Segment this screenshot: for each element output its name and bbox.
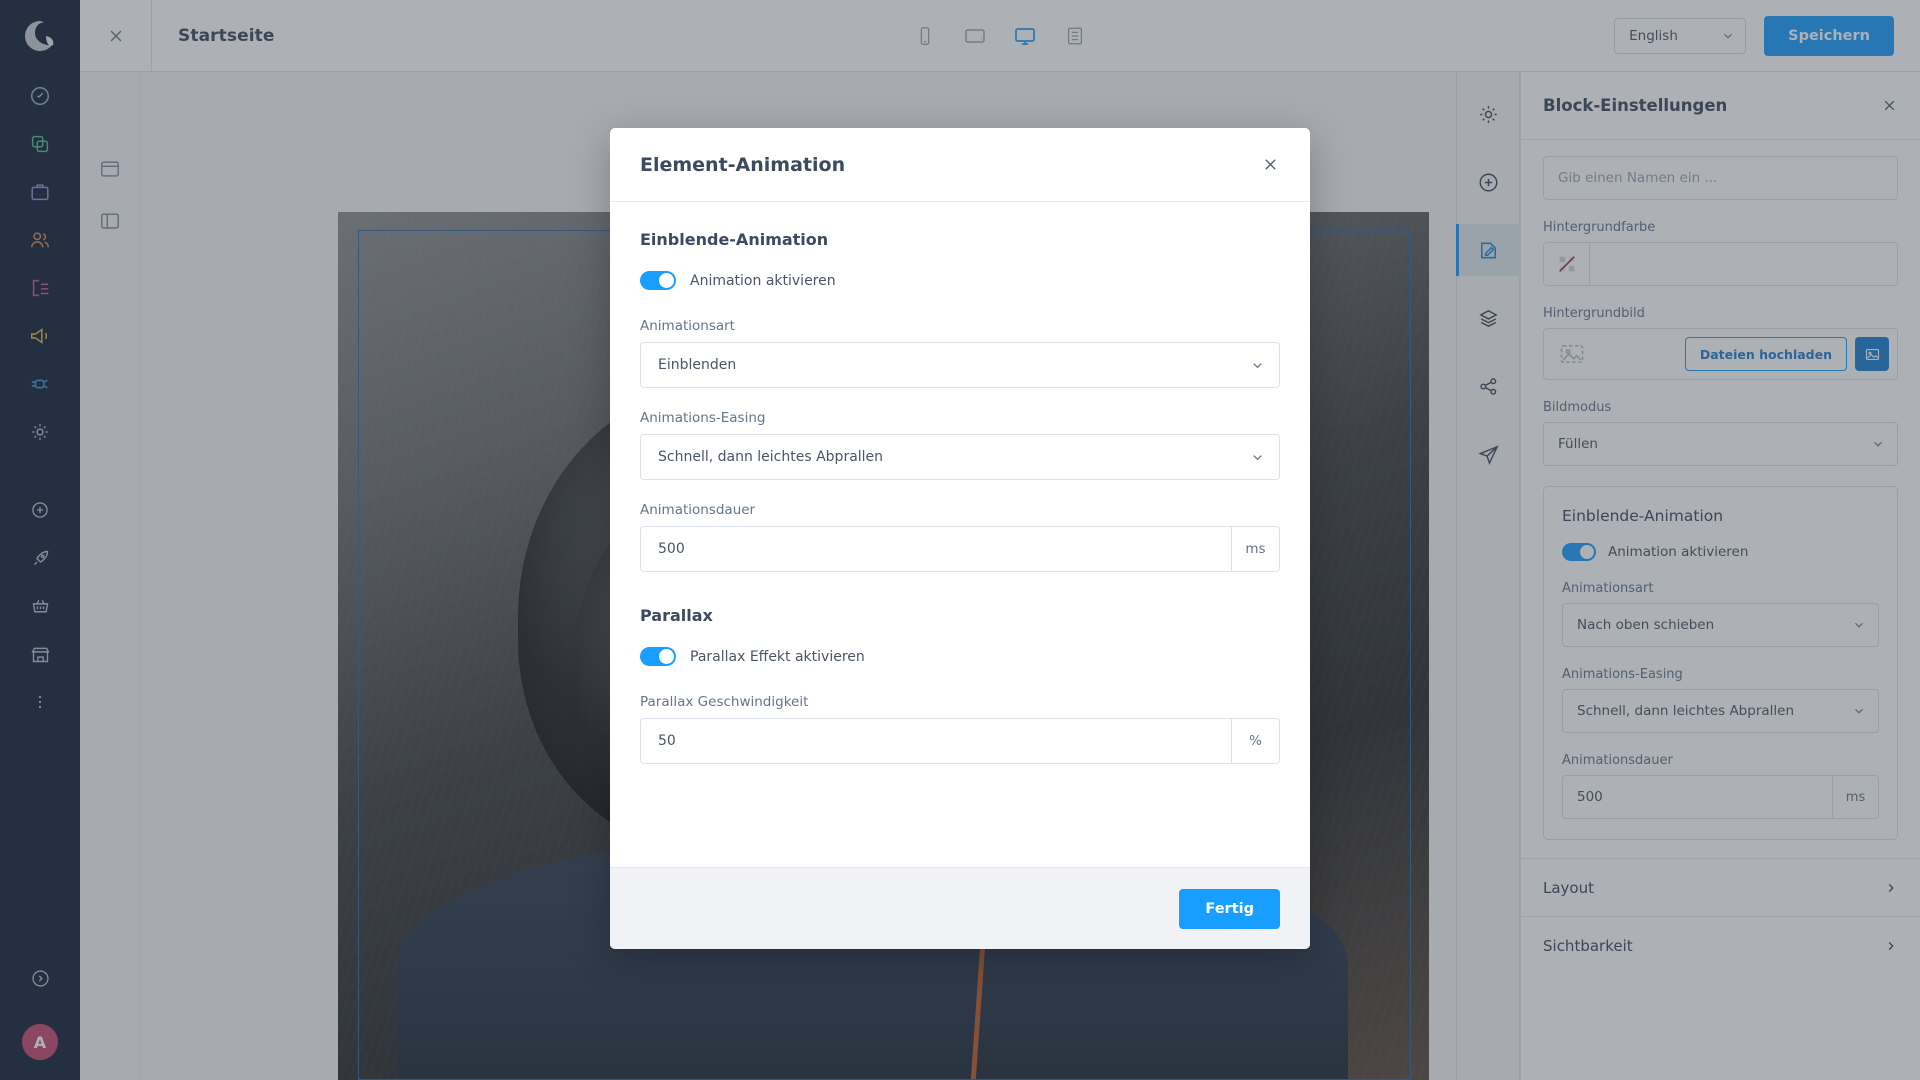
fade-in-duration-field: Animationsdauer 500 ms <box>640 502 1280 572</box>
parallax-section-heading: Parallax <box>640 606 713 625</box>
toggle-knob <box>659 273 674 288</box>
fade-in-animation-toggle[interactable] <box>640 271 676 290</box>
modal-footer: Fertig <box>610 867 1310 949</box>
parallax-speed-unit: % <box>1231 719 1279 763</box>
modal-body: Einblende-Animation Animation aktivieren… <box>610 202 1310 867</box>
fade-in-easing-label: Animations-Easing <box>640 410 766 426</box>
parallax-toggle-label: Parallax Effekt aktivieren <box>690 648 865 665</box>
parallax-speed-field: Parallax Geschwindigkeit 50 % <box>640 694 1280 764</box>
parallax-speed-input[interactable]: 50 <box>641 719 1231 763</box>
parallax-speed-label: Parallax Geschwindigkeit <box>640 694 809 710</box>
modal-close-button[interactable] <box>1261 155 1280 174</box>
fade-in-type-select[interactable]: Einblenden <box>640 342 1280 388</box>
element-animation-modal: Element-Animation Einblende-Animation An… <box>610 128 1310 949</box>
modal-title: Element-Animation <box>640 153 846 176</box>
chevron-down-icon <box>1253 454 1262 460</box>
fade-in-duration-label: Animationsdauer <box>640 502 756 518</box>
fade-in-type-value: Einblenden <box>658 357 737 373</box>
fade-in-type-label: Animationsart <box>640 318 735 334</box>
parallax-effect-toggle[interactable] <box>640 647 676 666</box>
toggle-knob <box>659 649 674 664</box>
fade-in-section-heading: Einblende-Animation <box>640 230 829 249</box>
parallax-speed-control: 50 % <box>640 718 1280 764</box>
fade-in-easing-field: Animations-Easing Schnell, dann leichtes… <box>640 410 1280 480</box>
fade-in-duration-unit: ms <box>1231 527 1279 571</box>
app-root: A Startseite English Speichern Block-Ein… <box>0 0 1920 1080</box>
fade-in-easing-select[interactable]: Schnell, dann leichtes Abprallen <box>640 434 1280 480</box>
modal-header: Element-Animation <box>610 128 1310 202</box>
chevron-down-icon <box>1253 362 1262 368</box>
fade-in-easing-value: Schnell, dann leichtes Abprallen <box>658 449 884 465</box>
fade-in-toggle-label: Animation aktivieren <box>690 272 836 289</box>
fade-in-duration-control: 500 ms <box>640 526 1280 572</box>
fade-in-type-field: Animationsart Einblenden <box>640 318 1280 388</box>
fade-in-toggle-row: Animation aktivieren <box>640 271 1280 290</box>
done-button[interactable]: Fertig <box>1179 888 1280 929</box>
close-icon <box>1265 159 1276 170</box>
fade-in-duration-input[interactable]: 500 <box>641 527 1231 571</box>
parallax-toggle-row: Parallax Effekt aktivieren <box>640 647 1280 666</box>
